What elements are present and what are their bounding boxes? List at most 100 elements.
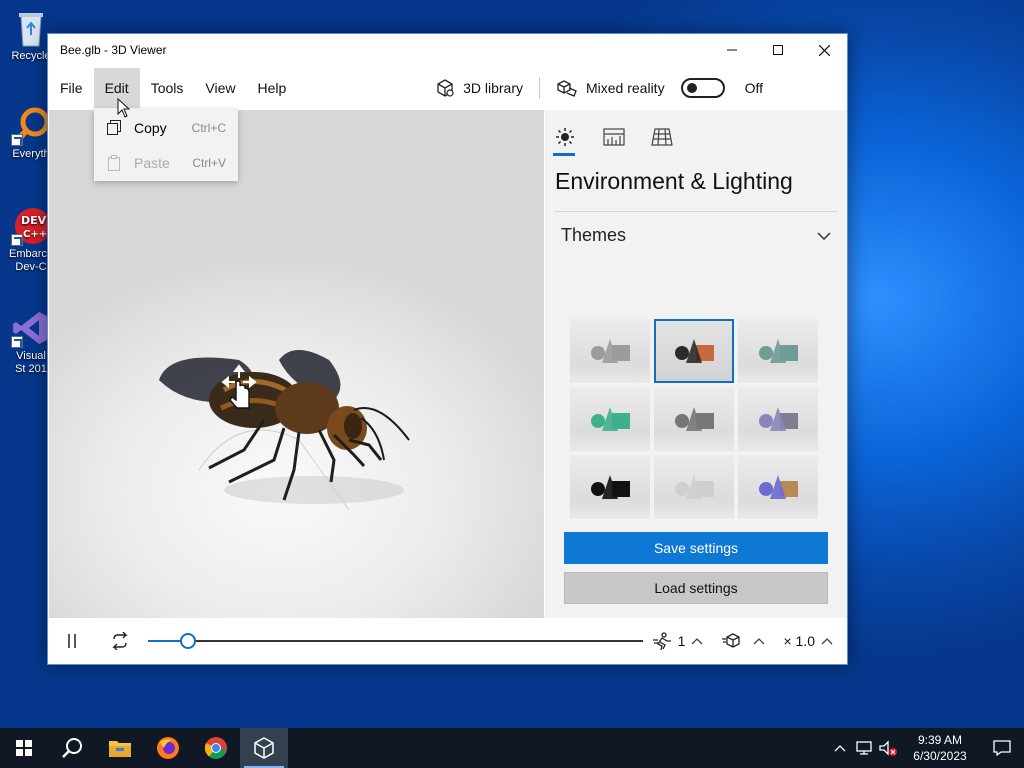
clock[interactable]: 9:39 AM 6/30/2023 — [900, 732, 980, 764]
maximize-button[interactable] — [755, 34, 801, 66]
pause-button[interactable] — [48, 618, 96, 664]
volume-button[interactable] — [876, 740, 900, 756]
playback-controls: 1 × 1.0 — [646, 618, 839, 664]
cube-icon — [437, 79, 454, 97]
svg-text:C++: C++ — [23, 229, 47, 240]
move-cursor-icon — [221, 364, 257, 409]
clock-date: 6/30/2023 — [913, 749, 967, 763]
theme-preview-shapes — [675, 407, 714, 431]
notifications-button[interactable] — [980, 740, 1024, 756]
speed-value: 1 — [677, 633, 686, 649]
mouse-pointer-icon — [117, 98, 131, 118]
animation-speed-control[interactable]: 1 — [646, 632, 710, 650]
toggle-knob — [686, 83, 697, 93]
pause-icon — [68, 634, 76, 648]
menu-paste[interactable]: Paste Ctrl+V — [94, 147, 238, 179]
menu-view[interactable]: View — [194, 68, 246, 108]
close-icon — [818, 44, 830, 56]
3d-library-button[interactable]: 3D library — [423, 68, 535, 108]
menu-tools[interactable]: Tools — [140, 68, 195, 108]
network-button[interactable] — [852, 740, 876, 756]
mixed-reality-state: Off — [744, 80, 763, 96]
menu-file[interactable]: File — [49, 68, 94, 108]
menu-help[interactable]: Help — [246, 68, 297, 108]
maximize-icon — [773, 45, 783, 55]
environment-lighting-tab[interactable] — [553, 122, 577, 156]
theme-preview-shapes — [675, 475, 714, 499]
recycle-bin-icon — [11, 8, 51, 48]
theme-preview-shapes — [591, 339, 630, 363]
mixed-reality-toggle[interactable] — [680, 78, 725, 98]
model-scale-control[interactable] — [715, 632, 771, 650]
minimize-icon — [727, 49, 737, 51]
theme-preview-shapes — [759, 407, 798, 431]
chevron-up-icon — [834, 745, 846, 752]
load-settings-button[interactable]: Load settings — [564, 572, 828, 604]
paste-icon — [108, 155, 120, 171]
shortcut-arrow-icon — [11, 134, 23, 146]
side-panel: Environment & Lighting Themes Save setti… — [545, 110, 847, 618]
scale-value: × 1.0 — [783, 633, 815, 649]
title-bar[interactable]: Bee.glb - 3D Viewer — [48, 34, 847, 66]
grid-tab[interactable] — [651, 122, 673, 156]
everything-icon — [11, 106, 51, 146]
theme-thumbnail[interactable] — [654, 319, 734, 383]
taskbar-file-explorer[interactable] — [96, 728, 144, 768]
desktop-icon-label: Everyth — [12, 148, 50, 160]
taskbar-firefox[interactable] — [144, 728, 192, 768]
firefox-icon — [157, 737, 179, 759]
theme-thumbnail[interactable] — [738, 455, 818, 519]
running-icon — [652, 632, 671, 650]
system-tray: 9:39 AM 6/30/2023 — [828, 728, 1024, 768]
taskbar-3d-viewer[interactable] — [240, 728, 288, 768]
theme-preview-shapes — [675, 339, 714, 363]
close-button[interactable] — [801, 34, 847, 66]
theme-thumbnail[interactable] — [738, 319, 818, 383]
mixed-reality-icon — [557, 80, 577, 97]
edit-menu-dropdown: Copy Ctrl+C Paste Ctrl+V — [94, 109, 238, 181]
menu-copy[interactable]: Copy Ctrl+C — [94, 112, 238, 144]
3d-viewport[interactable] — [49, 110, 544, 618]
search-button[interactable] — [48, 728, 96, 768]
grid-icon — [651, 128, 673, 146]
notification-icon — [993, 740, 1011, 756]
zoom-scale-control[interactable]: × 1.0 — [777, 633, 839, 649]
chrome-icon — [204, 737, 227, 759]
chevron-up-icon — [692, 638, 703, 645]
theme-thumbnail[interactable] — [654, 455, 734, 519]
theme-preview-shapes — [591, 407, 630, 431]
copy-label: Copy — [134, 120, 167, 136]
show-hidden-icons-button[interactable] — [828, 744, 852, 752]
themes-grid — [570, 319, 820, 519]
chevron-up-icon — [821, 638, 833, 645]
timeline-slider[interactable] — [148, 633, 643, 649]
mixed-reality-control[interactable]: Mixed reality Off — [544, 68, 847, 108]
chevron-down-icon — [817, 231, 831, 240]
theme-thumbnail[interactable] — [570, 387, 650, 451]
window-title: Bee.glb - 3D Viewer — [60, 43, 167, 57]
theme-thumbnail[interactable] — [654, 387, 734, 451]
copy-icon — [107, 120, 121, 135]
file-explorer-icon — [109, 741, 131, 757]
toolbar-divider — [538, 77, 540, 99]
search-icon — [62, 738, 82, 758]
taskbar-chrome[interactable] — [192, 728, 240, 768]
network-icon — [856, 741, 872, 755]
start-button[interactable] — [0, 728, 48, 768]
loop-button[interactable] — [96, 618, 144, 664]
theme-thumbnail[interactable] — [738, 387, 818, 451]
minimize-button[interactable] — [709, 34, 755, 66]
visual-studio-icon — [11, 308, 51, 348]
volume-muted-icon — [879, 740, 897, 756]
theme-thumbnail[interactable] — [570, 455, 650, 519]
theme-thumbnail[interactable] — [570, 319, 650, 383]
taskbar: 9:39 AM 6/30/2023 — [0, 728, 1024, 768]
clock-time: 9:39 AM — [917, 733, 963, 747]
themes-expander[interactable]: Themes — [545, 212, 847, 259]
themes-label: Themes — [561, 225, 627, 245]
stats-shading-tab[interactable] — [603, 122, 625, 156]
mixed-reality-label: Mixed reality — [585, 80, 665, 96]
timeline-thumb[interactable] — [179, 633, 196, 649]
shortcut-arrow-icon — [11, 336, 23, 348]
save-settings-button[interactable]: Save settings — [564, 532, 828, 564]
